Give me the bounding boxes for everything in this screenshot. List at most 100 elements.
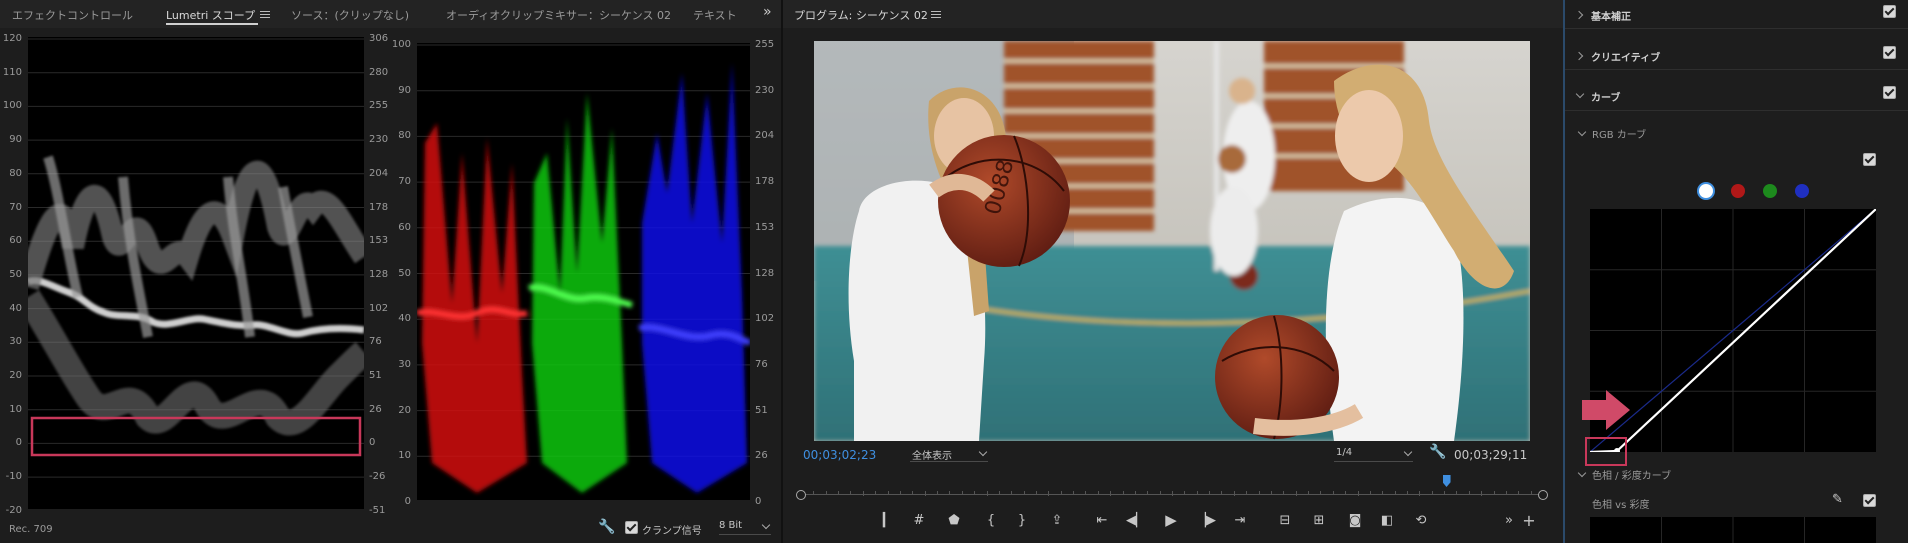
tab-menu-icon[interactable]	[260, 11, 270, 19]
more-controls-icon[interactable]: »	[1498, 509, 1520, 531]
bit-depth-dropdown[interactable]: 8 Bit	[719, 520, 771, 535]
channel-master-button[interactable]	[1699, 184, 1713, 198]
scale-tick-label: 204	[369, 167, 389, 179]
scale-tick-label: 280	[369, 66, 389, 78]
go-to-in-icon[interactable]: ⇤	[1091, 509, 1113, 531]
scale-tick-label: 102	[369, 302, 389, 314]
scale-tick-label: 76	[369, 336, 382, 348]
scale-tick-label: 26	[369, 403, 382, 415]
go-to-out-icon[interactable]: ⇥	[1229, 509, 1251, 531]
divider	[1565, 28, 1908, 29]
hue-vs-sat-graph[interactable]	[1590, 517, 1876, 543]
creative-checkbox[interactable]	[1883, 46, 1896, 59]
scale-tick-label: 26	[755, 450, 768, 462]
zoom-level-dropdown[interactable]: 全体表示	[910, 447, 988, 462]
basic-correction-checkbox[interactable]	[1883, 5, 1896, 18]
divider	[1565, 110, 1908, 111]
extract-icon[interactable]: ⊞	[1308, 509, 1330, 531]
scale-tick-label: 10	[9, 403, 22, 415]
section-creative[interactable]: クリエイティブ	[1591, 49, 1660, 64]
scale-tick-label: 50	[9, 268, 22, 280]
chevron-down-icon[interactable]	[1577, 468, 1587, 478]
scale-tick-label: 255	[755, 39, 775, 50]
scale-tick-label: 128	[755, 267, 775, 279]
scale-tick-label: 51	[755, 404, 768, 416]
scale-tick-label: 20	[9, 370, 22, 381]
current-timecode[interactable]: 00;03;02;23	[803, 448, 876, 462]
chevron-down-icon	[1403, 447, 1413, 457]
chevron-down-icon[interactable]	[1575, 89, 1585, 99]
tab-text[interactable]: テキスト	[693, 7, 737, 23]
rgb-curve-label[interactable]: RGB カーブ	[1592, 126, 1646, 141]
annotation-arrow-icon	[1582, 390, 1630, 430]
hue-sat-curves-label[interactable]: 色相 / 彩度カーブ	[1592, 467, 1671, 482]
panel-overflow-icon[interactable]: »	[763, 4, 772, 20]
tab-lumetri-scopes[interactable]: Lumetri スコープ	[166, 7, 255, 23]
zoom-level-value: 全体表示	[912, 451, 952, 462]
scale-tick-label: 0	[404, 496, 411, 507]
chevron-right-icon[interactable]	[1574, 10, 1584, 20]
hue-vs-sat-checkbox[interactable]	[1863, 494, 1876, 507]
scale-tick-label: 60	[9, 235, 22, 247]
tab-audio-clip-mixer[interactable]: オーディオクリップミキサー：シーケンス 02	[446, 7, 671, 23]
comparison-view-icon[interactable]: ◧	[1376, 509, 1398, 531]
tab-effect-controls[interactable]: エフェクトコントロール	[12, 7, 133, 23]
duration-timecode: 00;03;29;11	[1454, 448, 1528, 462]
scale-tick-label: -26	[369, 471, 386, 483]
channel-green-button[interactable]	[1763, 184, 1777, 198]
curve-plot[interactable]	[1590, 209, 1876, 452]
section-curves[interactable]: カーブ	[1591, 89, 1620, 104]
rgb-curve-checkbox[interactable]	[1863, 153, 1876, 166]
scale-tick-label: 30	[9, 336, 22, 348]
lumetri-color-panel: 基本補正 クリエイティブ カーブ RGB カーブ 色相 / 彩度カーブ 色相 v…	[1565, 0, 1908, 543]
chevron-right-icon[interactable]	[1574, 51, 1584, 61]
in-point-handle[interactable]	[796, 490, 806, 500]
clamp-signal-checkbox[interactable]	[625, 521, 638, 534]
mark-in-icon[interactable]: {	[980, 509, 1002, 531]
wrench-icon[interactable]: 🔧	[598, 519, 615, 535]
scale-tick-label: 178	[755, 176, 775, 188]
scale-tick-label: 80	[9, 167, 22, 179]
scale-tick-label: 255	[369, 100, 389, 112]
chevron-down-icon[interactable]	[1577, 127, 1587, 137]
scale-tick-label: 90	[9, 134, 22, 146]
scale-tick-label: 70	[9, 201, 22, 213]
tab-source[interactable]: ソース：(クリップなし)	[291, 7, 409, 23]
camera-icon[interactable]: ◙	[1344, 509, 1366, 531]
play-icon[interactable]: ▶	[1160, 509, 1182, 531]
scale-tick-label: 40	[9, 302, 22, 314]
rgb-curve-graph[interactable]	[1590, 209, 1876, 452]
scale-tick-label: -10	[5, 471, 22, 483]
channel-red-button[interactable]	[1731, 184, 1745, 198]
scale-tick-label: 0	[15, 437, 22, 449]
scale-tick-label: 51	[369, 370, 382, 381]
clamp-signal-label: クランプ信号	[642, 526, 702, 537]
mini-timeline-ruler[interactable]	[796, 490, 1548, 500]
eyedropper-icon[interactable]: ✎	[1832, 492, 1843, 507]
channel-blue-button[interactable]	[1795, 184, 1809, 198]
scale-tick-label: 153	[755, 221, 775, 233]
marker-icon[interactable]: ⬟	[943, 509, 965, 531]
add-marker-icon[interactable]: ▕▏	[873, 509, 895, 531]
out-point-handle[interactable]	[1538, 490, 1548, 500]
parade-trace	[417, 44, 750, 493]
program-menu-icon[interactable]	[931, 11, 941, 19]
playback-resolution-dropdown[interactable]: 1/4	[1334, 447, 1413, 462]
scale-tick-label: 0	[369, 437, 376, 449]
scale-tick-label: 128	[369, 268, 389, 280]
step-back-icon[interactable]: ◀▏	[1125, 509, 1147, 531]
lift-icon[interactable]: ⊟	[1274, 509, 1296, 531]
add-button-icon[interactable]: +	[1518, 509, 1540, 531]
settings-wrench-icon[interactable]: 🔧	[1429, 444, 1446, 460]
step-forward-icon[interactable]: ▕▶	[1195, 509, 1217, 531]
mark-out-icon[interactable]: }	[1011, 509, 1033, 531]
section-basic-correction[interactable]: 基本補正	[1591, 8, 1631, 23]
curves-checkbox[interactable]	[1883, 86, 1896, 99]
scale-tick-label: 230	[369, 134, 389, 146]
program-title: プログラム: シーケンス 02	[794, 9, 928, 22]
scale-tick-label: -20	[5, 504, 22, 516]
export-frame-share-icon[interactable]: ⇪	[1046, 509, 1068, 531]
proxy-toggle-icon[interactable]: ⟲	[1410, 509, 1432, 531]
scale-tick-label: 10	[398, 450, 411, 462]
safe-margins-icon[interactable]: #	[908, 509, 930, 531]
